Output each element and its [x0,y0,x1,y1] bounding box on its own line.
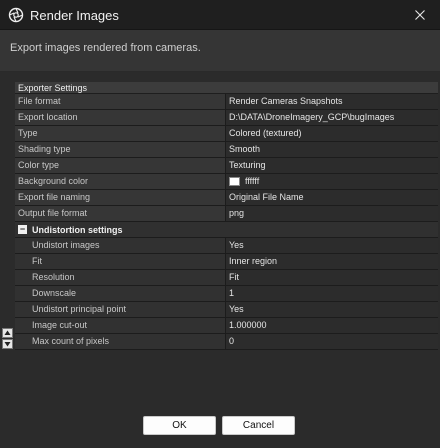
property-name: Export file naming [15,190,226,205]
property-name: Max count of pixels [15,334,226,349]
close-button[interactable] [400,0,440,30]
property-value[interactable]: 0 [226,334,438,349]
arrow-down-icon [4,342,11,347]
property-row[interactable]: Image cut-out 1.000000 [15,318,438,334]
ok-button[interactable]: OK [143,416,216,435]
group-title: Undistortion settings [32,224,123,235]
property-name: Shading type [15,142,226,157]
property-row[interactable]: Export location D:\DATA\DroneImagery_GCP… [15,110,438,126]
property-row[interactable]: Resolution Fit [15,270,438,286]
property-name: Export location [15,110,226,125]
property-row[interactable]: Max count of pixels 0 [15,334,438,350]
property-value[interactable]: Colored (textured) [226,126,438,141]
window-title: Render Images [30,8,119,23]
property-row[interactable]: Type Colored (textured) [15,126,438,142]
property-value[interactable]: Smooth [226,142,438,157]
aperture-icon [8,7,24,23]
description-text: Export images rendered from cameras. [10,42,201,54]
property-row[interactable]: Color type Texturing [15,158,438,174]
background-color-value[interactable]: ffffff [226,174,438,189]
property-value[interactable]: D:\DATA\DroneImagery_GCP\bugImages [226,110,438,125]
property-value[interactable]: Fit [226,270,438,285]
property-row[interactable]: Background color ffffff [15,174,438,190]
scroll-up-button[interactable] [2,328,13,338]
property-row[interactable]: Shading type Smooth [15,142,438,158]
property-table: Exporter Settings File format Render Cam… [15,82,438,350]
property-value[interactable]: Original File Name [226,190,438,205]
cancel-button[interactable]: Cancel [222,416,295,435]
color-hex: ffffff [245,176,260,186]
property-name: Fit [15,254,226,269]
property-grid: Exporter Settings File format Render Cam… [0,80,440,350]
property-row[interactable]: Fit Inner region [15,254,438,270]
property-value[interactable]: 1 [226,286,438,301]
property-value[interactable]: Yes [226,238,438,253]
property-name: Output file format [15,206,226,221]
description-band: Export images rendered from cameras. [0,30,440,72]
property-name: Image cut-out [15,318,226,333]
property-value[interactable]: Yes [226,302,438,317]
property-value[interactable]: Inner region [226,254,438,269]
property-name: File format [15,94,226,109]
property-value[interactable]: Texturing [226,158,438,173]
property-name: Undistort images [15,238,226,253]
property-name: Color type [15,158,226,173]
scroll-down-button[interactable] [2,339,13,349]
arrow-up-icon [4,330,11,335]
collapse-icon[interactable]: − [18,225,27,234]
title-bar: Render Images [0,0,440,30]
property-row[interactable]: Undistort images Yes [15,238,438,254]
scroll-column [0,82,15,350]
property-name: Background color [15,174,226,189]
property-name: Resolution [15,270,226,285]
section-header: Exporter Settings [15,82,438,94]
property-value[interactable]: 1.000000 [226,318,438,333]
property-row[interactable]: File format Render Cameras Snapshots [15,94,438,110]
property-row[interactable]: Downscale 1 [15,286,438,302]
property-name: Downscale [15,286,226,301]
property-row[interactable]: Output file format png [15,206,438,222]
property-value[interactable]: Render Cameras Snapshots [226,94,438,109]
property-row[interactable]: Undistort principal point Yes [15,302,438,318]
color-swatch[interactable] [229,177,240,186]
undistortion-group-header[interactable]: − Undistortion settings [15,222,438,238]
property-value[interactable]: png [226,206,438,221]
close-icon [415,10,425,20]
property-name: Type [15,126,226,141]
property-row[interactable]: Export file naming Original File Name [15,190,438,206]
property-name: Undistort principal point [15,302,226,317]
